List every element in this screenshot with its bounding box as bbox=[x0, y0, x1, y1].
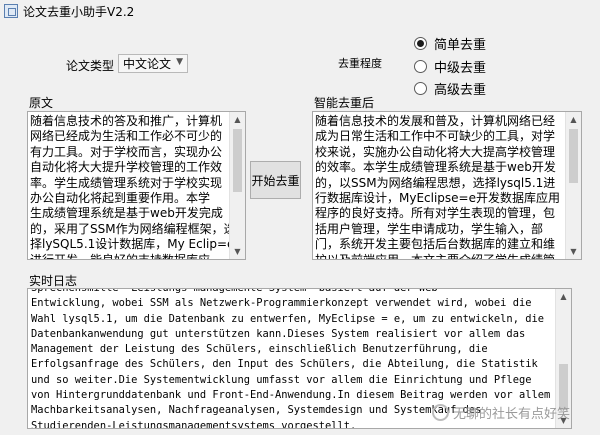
text-line: 随着信息技术的发展和普及，计算机网络已经 bbox=[315, 114, 556, 128]
text-line: 随着信息技术的答及和推广，计算机 bbox=[30, 114, 223, 128]
text-line: Wahl lysql5.1, um die Datenbank zu entwe… bbox=[31, 312, 544, 325]
text-line: 的效率。本学生成绩管理系统是基于web开发 bbox=[315, 160, 556, 175]
text-line: 程序的良好支持。所有对学生表现的管理，包 bbox=[315, 206, 556, 221]
original-text-content: 随着信息技术的答及和推广，计算机 网络已经成为生活和工作必不可少的 有力工具。对于学… bbox=[30, 114, 236, 260]
text-line: 括用户管理，学生申请成功，学生输入，部 bbox=[315, 221, 544, 236]
original-scrollbar[interactable]: ▲ ▼ bbox=[229, 112, 245, 259]
text-line: 办公自动化将起到重要作用。本学 bbox=[30, 191, 211, 206]
scroll-up-arrow-icon[interactable]: ▲ bbox=[556, 289, 571, 304]
result-scrollbar[interactable]: ▲ ▼ bbox=[565, 112, 581, 259]
text-line: 择lySQL5.1设计数据库，My Eclip=e bbox=[30, 237, 235, 252]
text-line: 门，系统开发主要包括后台数据库的建立和维 bbox=[315, 237, 556, 252]
scrollbar-thumb[interactable] bbox=[569, 129, 578, 183]
text-line: 校来说，实施办公自动化将大大提高学校管理 bbox=[315, 144, 556, 159]
text-line: 自动化将大大提升学校管理的工作效 bbox=[30, 160, 223, 175]
radio-medium-dedup[interactable]: 中级去重 bbox=[414, 57, 486, 76]
dedup-level-label: 去重程度 bbox=[338, 57, 382, 70]
text-line: von Hintergrunddatenbank und Front-End-A… bbox=[31, 389, 551, 402]
text-line: und so weiter.Die Systementwicklung umfa… bbox=[31, 373, 532, 386]
text-line: 行数据库设计，MyEclipse=e开发数据库应用 bbox=[315, 191, 560, 206]
title-bar: 论文去重小助手V2.2 bbox=[0, 0, 600, 22]
text-line: 率。学生成绩管理系统对于学校实现 bbox=[30, 175, 223, 190]
radio-unselected-icon bbox=[414, 60, 427, 73]
radio-medium-label: 中级去重 bbox=[434, 61, 487, 76]
scrollbar-thumb[interactable] bbox=[233, 129, 242, 192]
log-label: 实时日志 bbox=[29, 274, 78, 288]
text-line: Entwicklung, wobei SSM als Netzwerk-Prog… bbox=[31, 297, 532, 310]
watermark: 无聊的社长有点好笑 bbox=[432, 403, 570, 422]
result-text-content: 随着信息技术的发展和普及，计算机网络已经 成为日常生活和工作中不可缺少的工具，对学… bbox=[315, 114, 560, 260]
radio-advanced-label: 高级去重 bbox=[434, 83, 487, 98]
original-text-label: 原文 bbox=[29, 96, 54, 110]
scroll-up-arrow-icon[interactable]: ▲ bbox=[230, 112, 245, 127]
text-line: 网络已经成为生活和工作必不可少的 bbox=[30, 129, 223, 144]
text-line: 护以及前端应用，本文主要介绍了学生成绩管 bbox=[315, 252, 556, 260]
text-line: 的，以SSM为网络编程思想，选择lysql5.1进 bbox=[315, 175, 556, 190]
start-dedup-button[interactable]: 开始去重 bbox=[250, 161, 301, 199]
radio-advanced-dedup[interactable]: 高级去重 bbox=[414, 79, 486, 98]
scroll-up-arrow-icon[interactable]: ▲ bbox=[566, 112, 581, 127]
radio-simple-dedup[interactable]: 简单去重 bbox=[414, 34, 486, 53]
text-line: 进行开发，能良好的支持数据库应 bbox=[30, 252, 211, 260]
paper-type-label: 论文类型 bbox=[66, 59, 115, 73]
paper-type-value: 中文论文 bbox=[123, 57, 172, 71]
text-line: 有力工具。对于学校而言，实现办公 bbox=[30, 144, 223, 159]
paper-type-select[interactable]: 中文论文 ▼ bbox=[118, 54, 188, 73]
watermark-text: 无聊的社长有点好笑 bbox=[453, 407, 571, 422]
radio-unselected-icon bbox=[414, 82, 427, 95]
text-line: Management der Leistung des Schülers, ei… bbox=[31, 343, 488, 356]
original-textarea[interactable]: 随着信息技术的答及和推广，计算机 网络已经成为生活和工作必不可少的 有力工具。对于学… bbox=[27, 111, 246, 260]
text-line: 的，采用了SSM作为网络编程框架，选 bbox=[30, 221, 236, 236]
wechat-logo-icon bbox=[432, 404, 449, 421]
text-line: Sprechensmitte Leistungs-managemente Sys… bbox=[31, 288, 444, 294]
scroll-down-arrow-icon[interactable]: ▼ bbox=[566, 244, 581, 259]
text-line: Erfolgsanfrage des Schülers, den Input d… bbox=[31, 358, 538, 371]
app-window-icon bbox=[4, 4, 18, 18]
window-title: 论文去重小助手V2.2 bbox=[23, 4, 135, 19]
scroll-down-arrow-icon[interactable]: ▼ bbox=[230, 244, 245, 259]
result-text-label: 智能去重后 bbox=[314, 96, 375, 110]
text-line: 生成绩管理系统是基于web开发完成 bbox=[30, 206, 223, 221]
radio-selected-icon bbox=[414, 37, 427, 50]
chevron-down-icon: ▼ bbox=[176, 57, 183, 67]
radio-simple-label: 简单去重 bbox=[434, 38, 487, 53]
result-textarea[interactable]: 随着信息技术的发展和普及，计算机网络已经 成为日常生活和工作中不可缺少的工具，对学… bbox=[312, 111, 582, 260]
text-line: 成为日常生活和工作中不可缺少的工具，对学 bbox=[315, 129, 556, 144]
text-line: Datenbankanwendung gut unterstützen kann… bbox=[31, 327, 526, 340]
